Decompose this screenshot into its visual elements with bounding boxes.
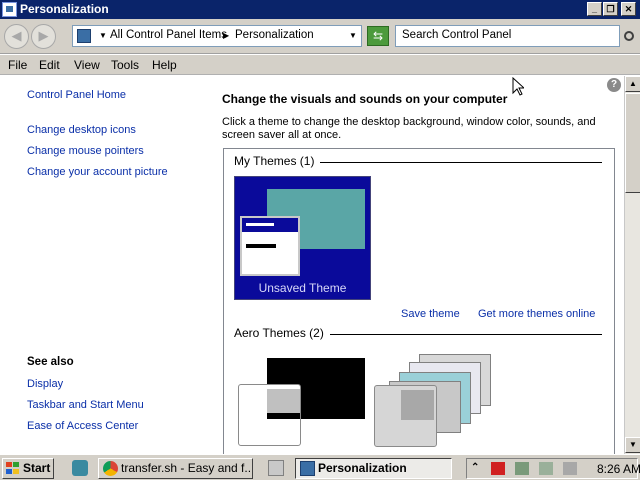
menu-view[interactable]: View [74, 58, 100, 72]
change-mouse-pointers-link[interactable]: Change mouse pointers [27, 145, 144, 157]
window-title: Personalization [20, 2, 109, 16]
taskbar: Start transfer.sh - Easy and f... Person… [0, 454, 640, 480]
refresh-button[interactable]: ⇆ [367, 26, 389, 46]
address-field[interactable]: ▼ All Control Panel Items ▶ Personalizat… [72, 25, 362, 47]
my-themes-heading: My Themes (1) [234, 154, 321, 168]
aero-themes-heading: Aero Themes (2) [234, 326, 330, 340]
taskbar-item-browser[interactable]: transfer.sh - Easy and f... [98, 458, 253, 479]
see-also-heading: See also [27, 356, 74, 368]
windows-logo-icon [6, 462, 20, 475]
change-account-picture-link[interactable]: Change your account picture [27, 166, 168, 178]
scroll-up-icon[interactable]: ▲ [625, 76, 640, 92]
chrome-icon [103, 461, 118, 476]
theme-preview-window [240, 216, 300, 276]
themes-list[interactable]: My Themes (1) Unsaved Theme Save theme G… [223, 148, 615, 454]
quick-launch-icon[interactable] [72, 460, 88, 476]
taskbar-item-label: transfer.sh - Easy and f... [121, 461, 253, 475]
aero-theme-tile[interactable] [238, 384, 301, 446]
change-desktop-icons-link[interactable]: Change desktop icons [27, 124, 136, 136]
network-icon[interactable] [515, 462, 529, 475]
unsaved-theme-label: Unsaved Theme [258, 281, 347, 295]
action-center-flag-icon[interactable] [491, 462, 505, 475]
theme-preview-window [267, 389, 300, 419]
control-panel-icon [77, 29, 91, 43]
back-arrow-icon[interactable]: ◀ [4, 24, 29, 49]
explorer-icon[interactable] [268, 460, 284, 476]
maximize-button[interactable]: ❐ [603, 2, 618, 16]
vertical-scrollbar[interactable]: ▲ ▼ [624, 76, 640, 454]
ease-of-access-link[interactable]: Ease of Access Center [27, 420, 138, 432]
volume-icon[interactable] [539, 462, 553, 475]
menu-help[interactable]: Help [152, 58, 177, 72]
device-icon[interactable] [563, 462, 577, 475]
address-dropdown-icon[interactable]: ▼ [349, 31, 357, 40]
show-hidden-icons-icon[interactable]: ⌃ [471, 462, 485, 475]
help-icon[interactable]: ? [607, 78, 621, 92]
breadcrumb-personalization[interactable]: Personalization [235, 29, 314, 41]
taskbar-item-label: Personalization [318, 461, 407, 475]
breadcrumb-all-items[interactable]: All Control Panel Items [110, 29, 227, 41]
control-panel-home-link[interactable]: Control Panel Home [27, 89, 126, 101]
address-toolbar: ◀ ▶ ▼ All Control Panel Items ▶ Personal… [0, 19, 640, 54]
display-link[interactable]: Display [27, 378, 63, 390]
save-theme-link[interactable]: Save theme [401, 308, 460, 320]
page-description: Click a theme to change the desktop back… [222, 116, 596, 141]
menu-bar: File Edit View Tools Help [0, 55, 640, 75]
breadcrumb-arrow-icon[interactable]: ▼ [99, 31, 107, 40]
get-more-themes-link[interactable]: Get more themes online [478, 308, 595, 320]
system-tray: ⌃ 8:26 AM [466, 458, 640, 479]
menu-tools[interactable]: Tools [111, 58, 139, 72]
start-button[interactable]: Start [2, 458, 54, 479]
search-input[interactable]: Search Control Panel [395, 25, 620, 47]
page-title: Change the visuals and sounds on your co… [222, 92, 508, 106]
forward-arrow-icon[interactable]: ▶ [31, 24, 56, 49]
aero-theme-tile[interactable] [374, 385, 437, 447]
clock[interactable]: 8:26 AM [597, 462, 640, 476]
title-bar: Personalization _ ❐ ✕ [0, 0, 640, 19]
taskbar-item-personalization[interactable]: Personalization [295, 458, 452, 479]
breadcrumb-arrow-icon[interactable]: ▶ [223, 31, 229, 40]
scroll-down-icon[interactable]: ▼ [625, 437, 640, 453]
content-area: ? Control Panel Home Change desktop icon… [0, 76, 624, 454]
unsaved-theme-tile[interactable]: Unsaved Theme [234, 176, 371, 300]
scroll-thumb[interactable] [625, 93, 640, 193]
control-panel-icon [300, 461, 315, 476]
menu-edit[interactable]: Edit [39, 58, 60, 72]
menu-file[interactable]: File [8, 58, 27, 72]
minimize-button[interactable]: _ [587, 2, 602, 16]
start-label: Start [23, 461, 51, 475]
search-icon[interactable] [624, 31, 634, 41]
taskbar-start-menu-link[interactable]: Taskbar and Start Menu [27, 399, 144, 411]
mouse-cursor-icon [512, 77, 524, 96]
close-button[interactable]: ✕ [621, 2, 636, 16]
control-panel-icon [2, 2, 17, 17]
theme-preview-window [401, 390, 434, 420]
